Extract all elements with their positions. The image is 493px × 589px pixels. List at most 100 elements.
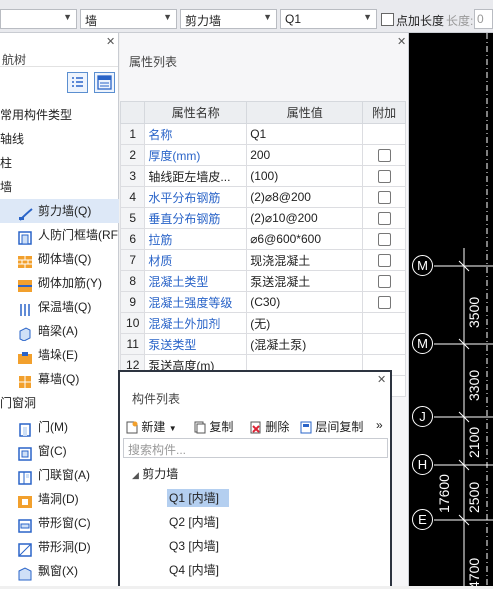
property-name: 混凝土类型 <box>144 270 248 292</box>
attach-checkbox[interactable] <box>377 296 391 310</box>
nav-item-wall-opening[interactable]: 墙洞(D) <box>0 487 119 511</box>
nav-item-column[interactable]: 柱 <box>0 151 119 175</box>
nav-item-strip-opening[interactable]: 带形洞(D) <box>0 535 119 559</box>
property-row[interactable]: 9 混凝土强度等级 (C30) <box>119 291 406 313</box>
property-value[interactable]: Q1 <box>246 123 364 145</box>
floor-copy-button[interactable]: 层间复制 <box>300 418 363 435</box>
axis-label-m[interactable]: M <box>412 255 433 276</box>
point-length-checkbox[interactable] <box>381 13 394 26</box>
new-button[interactable]: 新建 ▼ <box>126 418 177 435</box>
property-row[interactable]: 2 厚度(mm) 200 <box>119 144 406 166</box>
floor-select[interactable]: ▼ <box>0 9 77 29</box>
nav-item-strip-window[interactable]: 带形窗(C) <box>0 511 119 535</box>
header-index <box>119 101 146 124</box>
nav-item-label: 保温墙(Q) <box>38 300 92 314</box>
close-icon[interactable]: ✕ <box>106 35 115 48</box>
property-value[interactable]: 200 <box>246 144 364 166</box>
delete-button[interactable]: 删除 <box>250 418 289 435</box>
property-name: 材质 <box>144 249 248 271</box>
attach-checkbox[interactable] <box>377 149 391 163</box>
component-item[interactable]: Q3 [内墙] <box>120 534 390 558</box>
property-row[interactable]: 3 轴线距左墙皮... (100) <box>119 165 406 187</box>
copy-button[interactable]: 复制 <box>194 418 233 435</box>
property-value[interactable]: (混凝土泵) <box>246 333 364 355</box>
row-index: 1 <box>119 123 146 145</box>
nav-item-axis[interactable]: 轴线 <box>0 127 119 151</box>
nav-item-wall-pier[interactable]: 墙垛(E) <box>0 343 119 367</box>
nav-item-insulation-wall[interactable]: 保温墙(Q) <box>0 295 119 319</box>
nav-item-window[interactable]: 窗(C) <box>0 439 119 463</box>
length-input[interactable]: 0 <box>474 9 493 29</box>
property-value[interactable]: (100) <box>246 165 364 187</box>
nav-item-door-window-opening[interactable]: 门窗洞 <box>0 391 119 415</box>
property-row[interactable]: 8 混凝土类型 泵送混凝土 <box>119 270 406 292</box>
property-value[interactable]: 现浇混凝土 <box>246 249 364 271</box>
axis-label-j[interactable]: J <box>412 406 433 427</box>
header-property-value: 属性值 <box>246 101 364 124</box>
header-property-name: 属性名称 <box>144 101 248 124</box>
nav-item-hidden-beam[interactable]: 暗梁(A) <box>0 319 119 343</box>
attach-cell <box>362 228 406 250</box>
component-item[interactable]: Q1 [内墙] <box>120 486 390 510</box>
collapse-icon[interactable]: ◢ <box>132 470 139 480</box>
property-row[interactable]: 5 垂直分布钢筋 (2)⌀10@200 <box>119 207 406 229</box>
component-select[interactable]: Q1 ▼ <box>280 9 377 29</box>
property-value[interactable]: (C30) <box>246 291 364 313</box>
more-button[interactable]: » <box>376 418 383 432</box>
component-item[interactable]: Q4 [内墙] <box>120 558 390 582</box>
attach-checkbox[interactable] <box>377 170 391 184</box>
nav-item-label: 门窗洞 <box>0 396 37 410</box>
attach-cell <box>362 312 406 334</box>
property-row[interactable]: 1 名称 Q1 <box>119 123 406 145</box>
type-select[interactable]: 剪力墙 ▼ <box>180 9 277 29</box>
drawing-canvas[interactable]: M M J H E 3500 3300 2100 2500 17600 4700 <box>409 33 493 586</box>
dimension-text: 4700 <box>466 557 482 586</box>
attach-checkbox[interactable] <box>377 233 391 247</box>
attach-checkbox[interactable] <box>377 191 391 205</box>
component-search-input[interactable]: 搜索构件... <box>123 438 388 458</box>
close-icon[interactable]: ✕ <box>377 373 386 386</box>
nav-item-label: 幕墙(Q) <box>38 372 80 386</box>
property-name: 轴线距左墙皮... <box>144 165 248 187</box>
axis-label-h[interactable]: H <box>412 454 433 475</box>
list-view-button[interactable] <box>67 72 88 93</box>
property-value[interactable]: 泵送混凝土 <box>246 270 364 292</box>
property-row[interactable]: 11 泵送类型 (混凝土泵) <box>119 333 406 355</box>
property-name: 拉筋 <box>144 228 248 250</box>
property-row[interactable]: 6 拉筋 ⌀6@600*600 <box>119 228 406 250</box>
nav-item-door[interactable]: 门(M) <box>0 415 119 439</box>
close-icon[interactable]: ✕ <box>397 35 406 48</box>
property-row[interactable]: 4 水平分布钢筋 (2)⌀8@200 <box>119 186 406 208</box>
nav-item-bay-window[interactable]: 飘窗(X) <box>0 559 119 583</box>
card-view-button[interactable] <box>94 72 115 93</box>
row-index: 10 <box>119 312 146 334</box>
nav-item-civil-defense-wall[interactable]: 人防门框墙(RF <box>0 223 119 247</box>
category-select[interactable]: 墙 ▼ <box>80 9 177 29</box>
axis-label-e[interactable]: E <box>412 509 433 530</box>
component-group[interactable]: ◢ 剪力墙 <box>120 462 390 486</box>
nav-item-wall[interactable]: 墙 <box>0 175 119 199</box>
nav-item-masonry-rebar[interactable]: 砌体加筋(Y) <box>0 271 119 295</box>
axis-label-m[interactable]: M <box>412 333 433 354</box>
property-value[interactable]: (无) <box>246 312 364 334</box>
component-item[interactable]: Q2 [内墙] <box>120 510 390 534</box>
attach-checkbox[interactable] <box>377 254 391 268</box>
nav-item-curtain-wall[interactable]: 幕墙(Q) <box>0 367 119 391</box>
property-name: 名称 <box>144 123 248 145</box>
point-length-label: 点加长度 <box>396 14 445 28</box>
nav-item-masonry-wall[interactable]: 砌体墙(Q) <box>0 247 119 271</box>
property-value[interactable]: ⌀6@600*600 <box>246 228 364 250</box>
property-value[interactable]: (2)⌀8@200 <box>246 186 364 208</box>
nav-item-label: 带形窗(C) <box>38 516 91 530</box>
attach-checkbox[interactable] <box>377 212 391 226</box>
nav-item-shear-wall[interactable]: 剪力墙(Q) <box>0 199 119 223</box>
nav-item-common-types[interactable]: 常用构件类型 <box>0 103 119 127</box>
property-row[interactable]: 10 混凝土外加剂 (无) <box>119 312 406 334</box>
attach-checkbox[interactable] <box>377 275 391 289</box>
property-row[interactable]: 7 材质 现浇混凝土 <box>119 249 406 271</box>
attach-cell <box>362 186 406 208</box>
attach-cell <box>362 249 406 271</box>
property-value[interactable]: (2)⌀10@200 <box>246 207 364 229</box>
attach-cell <box>362 144 406 166</box>
nav-item-door-window-combo[interactable]: 门联窗(A) <box>0 463 119 487</box>
